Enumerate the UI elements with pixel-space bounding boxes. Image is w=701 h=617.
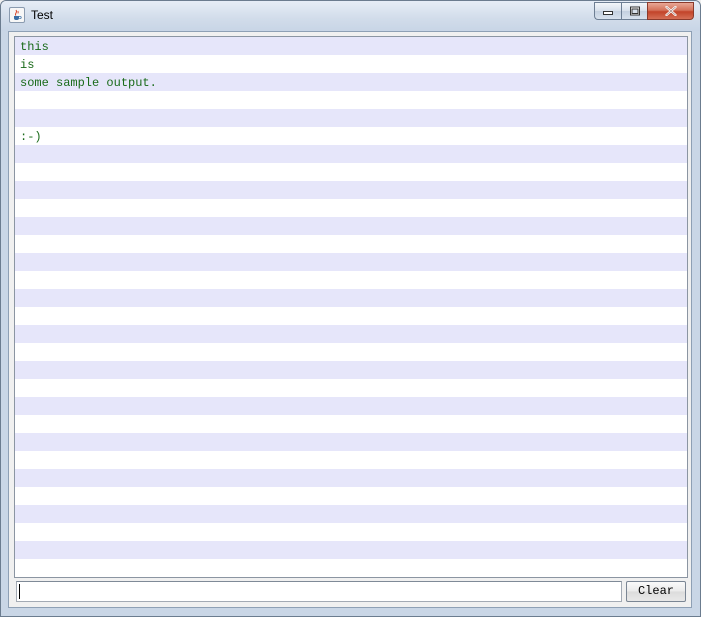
output-line (20, 110, 157, 128)
output-line (20, 92, 157, 110)
output-line: this (20, 40, 49, 54)
output-area[interactable]: this is some sample output. :-) (14, 36, 688, 578)
window-controls (594, 2, 694, 21)
window-title: Test (31, 8, 54, 22)
minimize-button[interactable] (594, 2, 621, 20)
command-input[interactable] (16, 581, 622, 602)
output-line: some sample output. (20, 76, 157, 90)
maximize-button[interactable] (621, 2, 647, 20)
output-line: :-) (20, 130, 42, 144)
content-pane: this is some sample output. :-) Clear (8, 31, 692, 608)
app-window: Test this is some sample output.:-) Cle… (0, 0, 701, 617)
input-row: Clear (14, 581, 688, 603)
output-lines: this is some sample output. :-) (20, 38, 157, 146)
close-icon (664, 6, 677, 16)
java-coffee-cup-icon[interactable] (9, 7, 25, 23)
title-bar[interactable]: Test (1, 1, 700, 31)
minimize-icon (603, 11, 613, 15)
maximize-icon (629, 6, 640, 16)
clear-button[interactable]: Clear (626, 581, 686, 602)
close-button[interactable] (647, 2, 694, 20)
output-line: is (20, 58, 35, 72)
text-caret (19, 584, 20, 599)
